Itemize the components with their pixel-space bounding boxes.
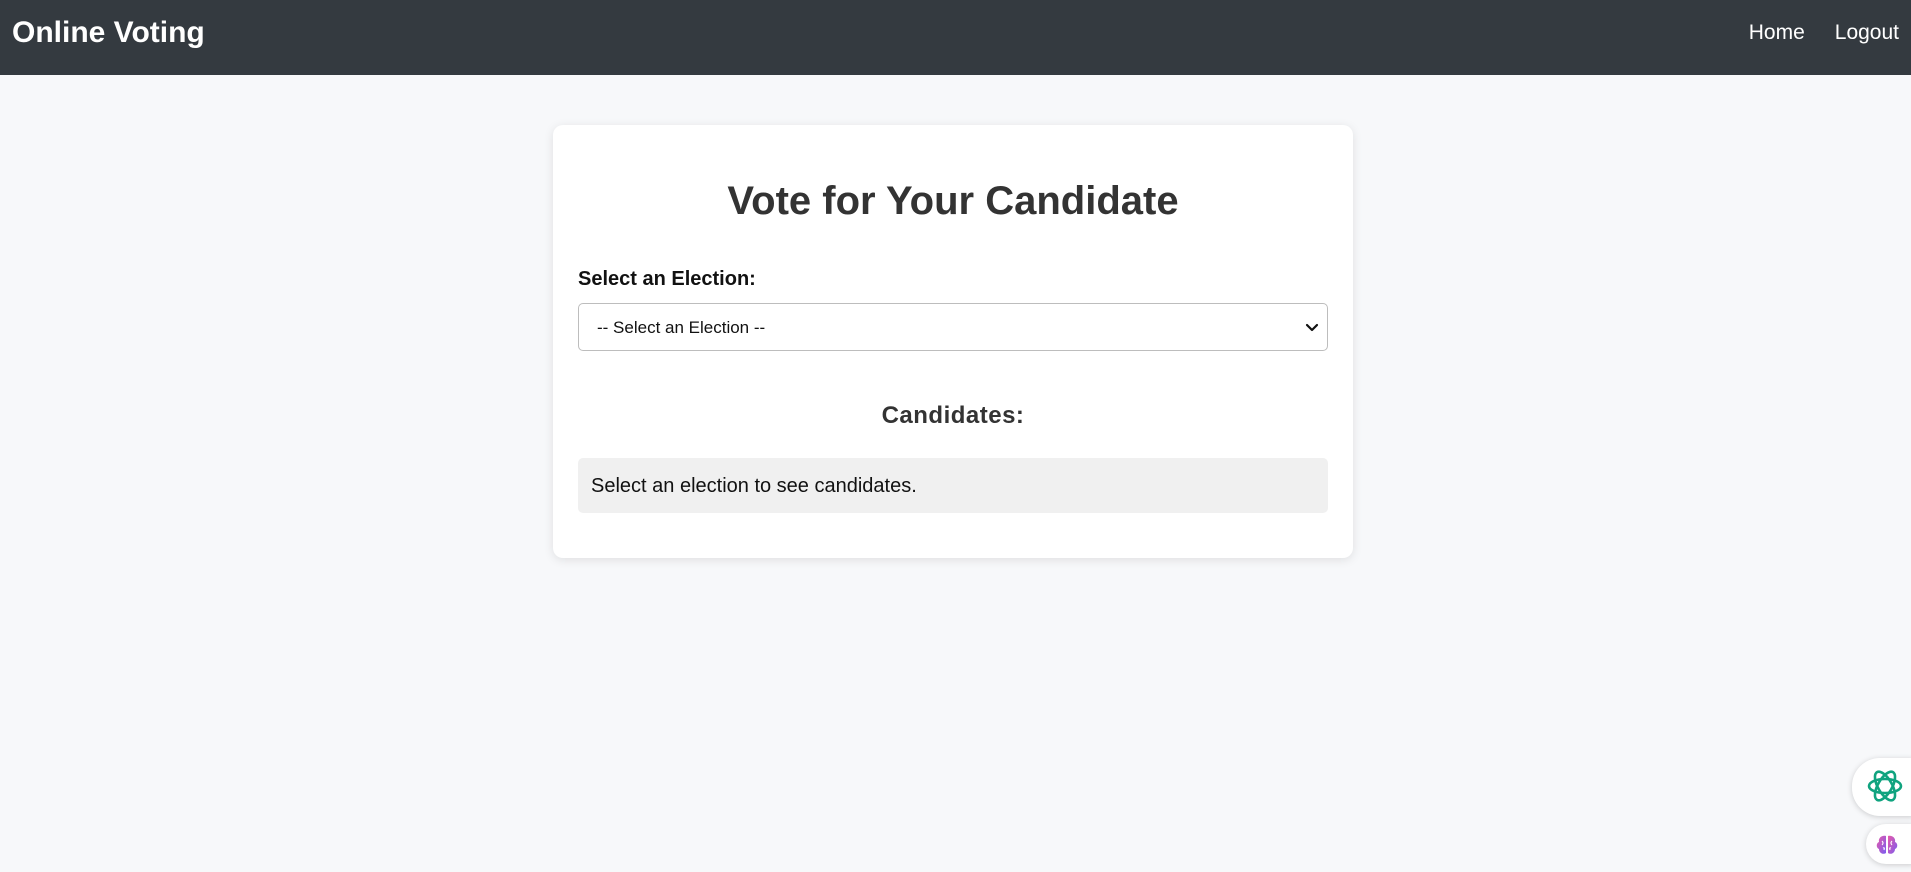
nav-links: Home Logout [1749,20,1899,46]
nav-link-home[interactable]: Home [1749,20,1805,46]
nav-link-logout[interactable]: Logout [1835,20,1899,46]
brain-icon [1876,835,1898,854]
chevron-down-icon [1305,323,1319,332]
brain-launcher-button[interactable] [1866,824,1911,864]
assistant-knot-icon [1867,770,1903,802]
election-select[interactable]: -- Select an Election -- [578,303,1328,351]
top-navbar: Online Voting Home Logout [0,0,1911,75]
floating-widget-tray [1852,758,1911,872]
candidates-empty-message: Select an election to see candidates. [591,475,917,497]
assistant-launcher-button[interactable] [1852,758,1911,816]
candidates-heading: Candidates: [881,402,1025,429]
election-select-value: -- Select an Election -- [597,318,766,337]
vote-card: Vote for Your Candidate Select an Electi… [553,125,1353,558]
page-title: Vote for Your Candidate [727,179,1179,223]
brand-title[interactable]: Online Voting [12,16,205,50]
election-select-label: Select an Election: [578,268,756,290]
candidates-placeholder-box: Select an election to see candidates. [578,458,1328,513]
